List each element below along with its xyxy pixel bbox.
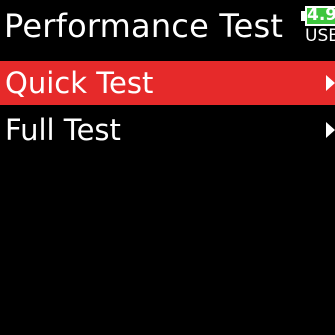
battery-indicator: 4.9 USB — [301, 5, 335, 48]
power-source-label: USB — [305, 26, 335, 46]
title-bar: Performance Test 4.9 USB — [0, 0, 335, 56]
arrow-right-icon — [326, 75, 335, 91]
menu-item-label: Full Test — [5, 113, 121, 147]
menu-list: Quick Test Full Test — [0, 61, 335, 155]
arrow-right-icon — [326, 122, 335, 138]
menu-item-label: Quick Test — [5, 66, 154, 100]
menu-item-full-test[interactable]: Full Test — [0, 108, 335, 152]
battery-level: 4.9 — [307, 5, 335, 25]
menu-item-quick-test[interactable]: Quick Test — [0, 61, 335, 105]
page-title: Performance Test — [4, 7, 284, 45]
